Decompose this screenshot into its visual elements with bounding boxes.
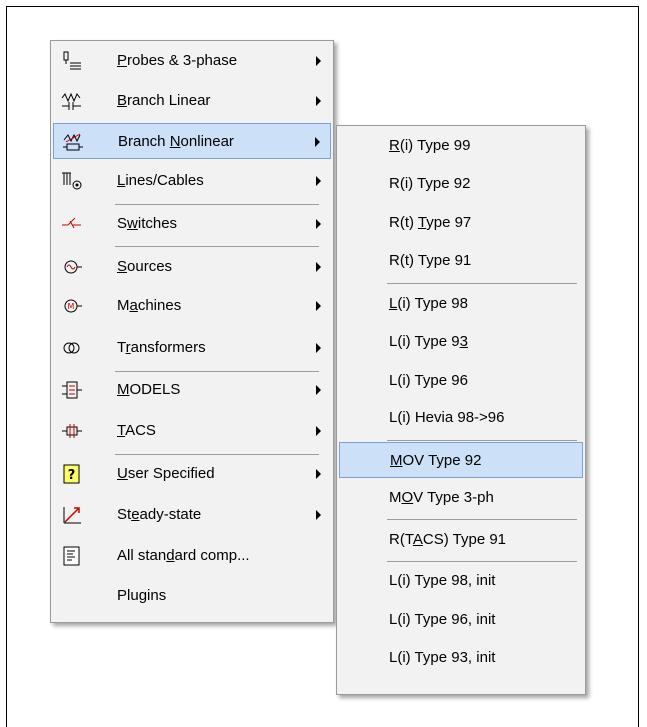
submenu-arrow-icon [316, 176, 321, 186]
menu-item-label: Machines [117, 297, 182, 314]
menu-item-branch-linear[interactable]: Branch Linear [53, 83, 331, 119]
submenu-item-label: R(i) Type 99 [389, 137, 471, 154]
submenu-item-label: R(i) Type 92 [389, 175, 471, 192]
menu-item-user-specified[interactable]: ? User Specified [53, 456, 331, 492]
lines-cables-icon [61, 171, 83, 191]
branch-linear-icon [61, 91, 83, 111]
menu-item-plugins[interactable]: Plugins [53, 578, 331, 614]
submenu-arrow-icon [315, 137, 320, 147]
menu-item-switches[interactable]: Switches [53, 206, 331, 242]
menu-item-machines[interactable]: M Machines [53, 288, 331, 324]
submenu-item-label: R(t) Type 91 [389, 252, 472, 269]
menu-item-label: MODELS [117, 381, 181, 398]
svg-text:M: M [68, 302, 75, 311]
submenu-item-label: L(i) Type 98, init [389, 572, 496, 589]
menu-item-label: Sources [117, 258, 173, 275]
menu-item-steady-state[interactable]: Steady-state [53, 497, 331, 533]
transformer-icon [61, 338, 83, 358]
menu-item-models[interactable]: MODELS [53, 372, 331, 408]
submenu-item-label: L(i) Type 93 [389, 333, 468, 350]
menu-item-label: Branch Linear [117, 92, 211, 109]
submenu-item-ri-type-92[interactable]: R(i) Type 92 [339, 166, 583, 202]
submenu-item-label: R(TACS) Type 91 [389, 531, 507, 548]
submenu-item-li-type-96-init[interactable]: L(i) Type 96, init [339, 602, 583, 638]
submenu-arrow-icon [316, 385, 321, 395]
submenu-item-li-hevia[interactable]: L(i) Hevia 98->96 [339, 400, 583, 436]
branch-nonlinear-icon [62, 132, 84, 152]
submenu-arrow-icon [316, 426, 321, 436]
submenu-item-li-type-93[interactable]: L(i) Type 93 [339, 324, 583, 360]
menu-item-label: User Specified [117, 465, 215, 482]
menu-item-lines-cables[interactable]: Lines/Cables [53, 163, 331, 199]
context-menu: Probes & 3-phase Branch Linear Branch No… [50, 40, 334, 623]
menu-item-label: TACS [117, 422, 156, 439]
submenu-item-ri-type-99[interactable]: R(i) Type 99 [339, 128, 583, 164]
submenu-item-label: R(t) Type 97 [389, 214, 472, 231]
probe-icon [61, 51, 83, 71]
menu-item-label: Switches [117, 215, 178, 232]
steady-state-icon [61, 505, 83, 525]
menu-item-branch-nonlinear[interactable]: Branch Nonlinear [53, 123, 331, 159]
all-standard-components-icon [61, 546, 83, 566]
menu-separator [115, 204, 319, 205]
submenu-arrow-icon [316, 219, 321, 229]
user-specified-icon: ? [61, 464, 83, 484]
menu-item-label: Steady-state [117, 506, 202, 523]
svg-text:?: ? [68, 468, 76, 483]
submenu-item-mov-type-92[interactable]: MOV Type 92 [339, 442, 583, 478]
submenu-item-li-type-98-init[interactable]: L(i) Type 98, init [339, 563, 583, 599]
submenu-arrow-icon [316, 262, 321, 272]
submenu-arrow-icon [316, 469, 321, 479]
tacs-icon [61, 421, 83, 441]
models-icon [61, 380, 83, 400]
menu-item-label: Lines/Cables [117, 172, 204, 189]
submenu-item-label: L(i) Type 96, init [389, 611, 496, 628]
menu-item-label: Branch Nonlinear [118, 133, 234, 150]
menu-item-label: Plugins [117, 587, 167, 604]
menu-item-tacs[interactable]: TACS [53, 413, 331, 449]
menu-item-all-standard-components[interactable]: All standard comp... [53, 538, 331, 574]
menu-separator [387, 519, 577, 520]
menu-separator [387, 283, 577, 284]
menu-separator [387, 561, 577, 562]
menu-separator [115, 454, 319, 455]
menu-separator [387, 440, 577, 441]
machine-icon: M [61, 296, 83, 316]
submenu-arrow-icon [316, 301, 321, 311]
submenu-item-label: L(i) Type 96 [389, 372, 468, 389]
menu-item-transformers[interactable]: Transformers [53, 330, 331, 366]
menu-item-sources[interactable]: Sources [53, 249, 331, 285]
menu-item-probes[interactable]: Probes & 3-phase [53, 43, 331, 79]
switch-icon [61, 214, 83, 234]
submenu-item-rt-type-97[interactable]: R(t) Type 97 [339, 205, 583, 241]
submenu-arrow-icon [316, 510, 321, 520]
submenu-item-li-type-98[interactable]: L(i) Type 98 [339, 286, 583, 322]
menu-separator [115, 246, 319, 247]
submenu-item-label: L(i) Type 98 [389, 295, 468, 312]
submenu-item-rt-type-91[interactable]: R(t) Type 91 [339, 243, 583, 279]
submenu-arrow-icon [316, 56, 321, 66]
submenu-arrow-icon [316, 343, 321, 353]
submenu-item-li-type-96[interactable]: L(i) Type 96 [339, 363, 583, 399]
submenu-item-li-type-93-init[interactable]: L(i) Type 93, init [339, 640, 583, 676]
submenu-item-label: L(i) Hevia 98->96 [389, 409, 505, 426]
submenu-arrow-icon [316, 96, 321, 106]
submenu-item-label: MOV Type 3-ph [389, 489, 494, 506]
submenu-item-mov-type-3ph[interactable]: MOV Type 3-ph [339, 480, 583, 516]
menu-item-label: All standard comp... [117, 547, 250, 564]
submenu-item-label: L(i) Type 93, init [389, 649, 496, 666]
menu-item-label: Transformers [117, 339, 206, 356]
submenu-item-label: MOV Type 92 [390, 452, 482, 469]
menu-item-label: Probes & 3-phase [117, 52, 238, 69]
submenu-item-rtacs-type-91[interactable]: R(TACS) Type 91 [339, 522, 583, 558]
source-icon [61, 257, 83, 277]
branch-nonlinear-submenu: R(i) Type 99 R(i) Type 92 R(t) Type 97 R… [336, 125, 586, 695]
